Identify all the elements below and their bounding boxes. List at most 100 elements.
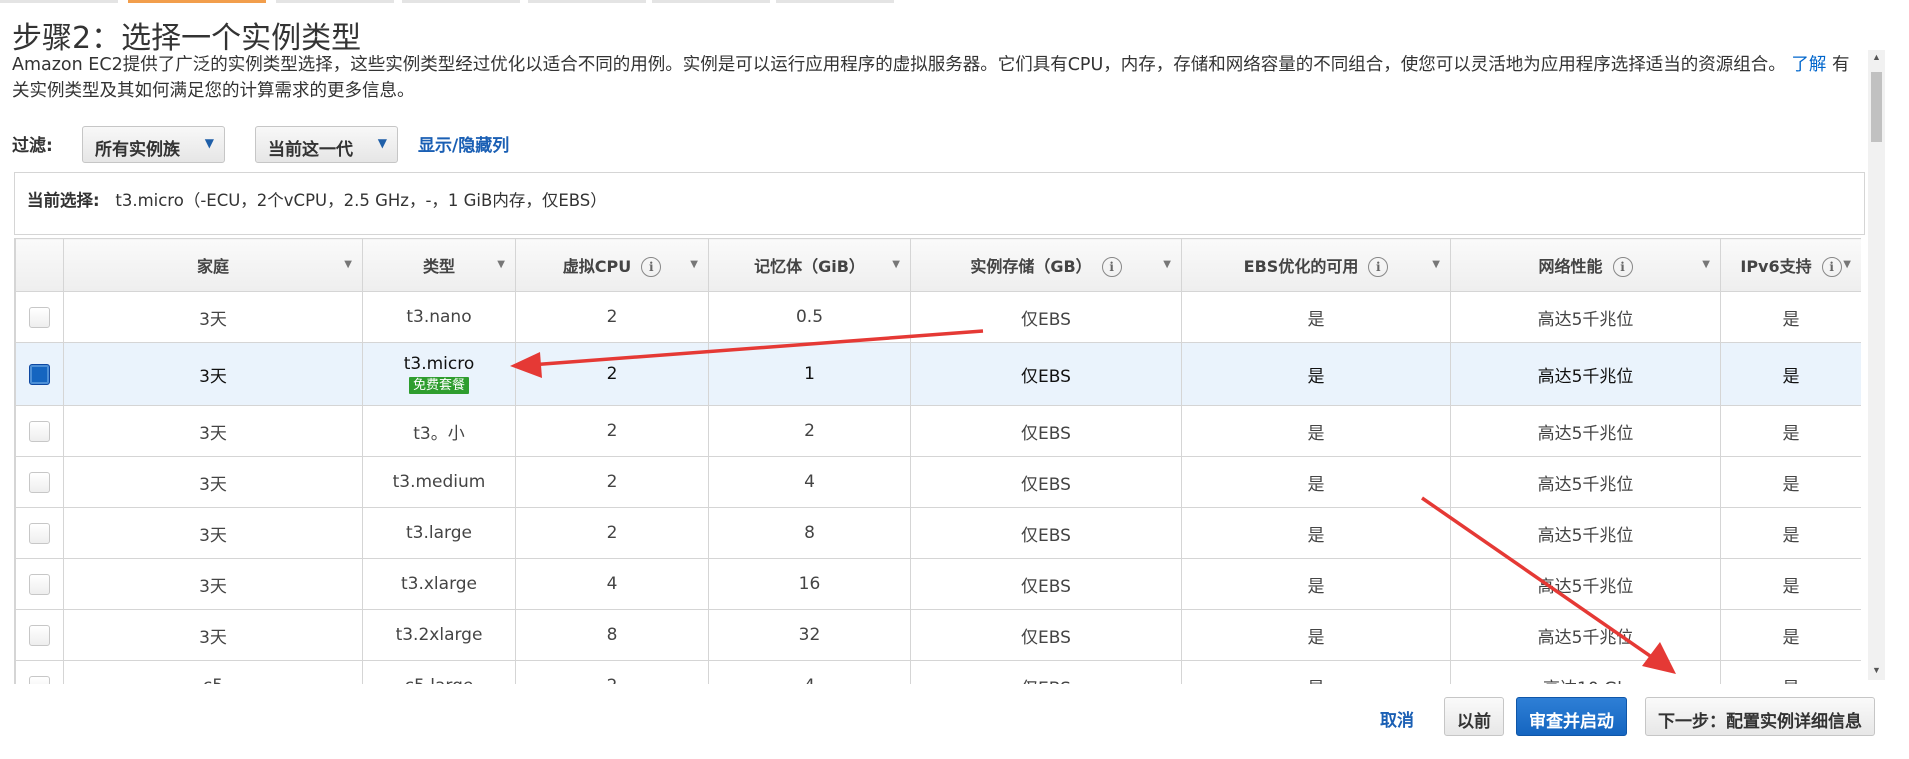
show-hide-columns-link[interactable]: 显示/隐藏列: [418, 131, 509, 156]
cell-vcpu: 8: [515, 609, 709, 661]
cell-vcpu: 2: [515, 291, 709, 343]
current-selection-label: 当前选择:: [27, 191, 100, 210]
row-select-cell[interactable]: [15, 507, 64, 559]
info-icon[interactable]: i: [1368, 257, 1389, 278]
row-checkbox[interactable]: [29, 306, 50, 328]
vertical-scrollbar[interactable]: ▲ ▼: [1868, 50, 1885, 680]
cell-type: t3.large: [362, 507, 516, 559]
table-row[interactable]: 3天 t3.2xlarge 8 32 仅EBS 是 高达5千兆位 是: [15, 609, 1861, 661]
header-network[interactable]: 网络性能 i ▼: [1450, 238, 1721, 292]
row-select-cell[interactable]: [15, 660, 64, 684]
row-checkbox-checked[interactable]: [29, 363, 50, 385]
generation-select[interactable]: 当前这一代 ▼: [255, 126, 398, 163]
step-tab[interactable]: [652, 0, 770, 3]
header-family[interactable]: 家庭 ▼: [63, 238, 363, 292]
row-select-cell[interactable]: [15, 609, 64, 661]
step-tab[interactable]: [776, 0, 894, 3]
step-tab[interactable]: [402, 0, 520, 3]
row-checkbox[interactable]: [29, 471, 50, 493]
cell-ebs: 是: [1181, 291, 1451, 343]
header-ebs[interactable]: EBS优化的可用 i ▼: [1181, 238, 1451, 292]
previous-button[interactable]: 以前: [1444, 697, 1504, 736]
row-select-cell[interactable]: [15, 405, 64, 457]
table-row[interactable]: 3天 t3.large 2 8 仅EBS 是 高达5千兆位 是: [15, 507, 1861, 559]
step-tab[interactable]: [0, 0, 118, 3]
scroll-down-icon[interactable]: ▼: [1872, 665, 1881, 675]
table-row[interactable]: 3天 t3.xlarge 4 16 仅EBS 是 高达5千兆位 是: [15, 558, 1861, 610]
row-checkbox[interactable]: [29, 675, 50, 684]
info-icon[interactable]: i: [641, 257, 662, 278]
sort-icon[interactable]: ▼: [1432, 259, 1440, 270]
info-icon[interactable]: i: [1101, 257, 1122, 278]
header-type[interactable]: 类型 ▼: [362, 238, 516, 292]
cell-ipv6: 是: [1720, 609, 1861, 661]
row-select-cell[interactable]: [15, 456, 64, 508]
learn-more-link[interactable]: 了解: [1791, 55, 1826, 75]
cell-network: 高达5千兆位: [1450, 558, 1721, 610]
instance-family-select[interactable]: 所有实例族 ▼: [82, 126, 225, 163]
row-checkbox[interactable]: [29, 522, 50, 544]
sort-icon[interactable]: ▼: [892, 259, 900, 270]
cell-memory: 4: [708, 456, 911, 508]
scrollbar-thumb[interactable]: [1871, 72, 1882, 142]
cell-storage: 仅EBS: [910, 342, 1182, 406]
step-tab-active[interactable]: [128, 0, 266, 3]
table-row[interactable]: c5 c5.large 2 4 仅EBS 是 高达10 Gb 是: [15, 660, 1861, 684]
sort-icon[interactable]: ▼: [690, 259, 698, 270]
cell-type: c5.large: [362, 660, 516, 684]
table-row-selected[interactable]: 3天 t3.micro 免费套餐 2 1 仅EBS 是 高达5千兆位 是: [15, 342, 1861, 406]
sort-icon[interactable]: ▼: [1843, 259, 1851, 270]
instance-type-table: 家庭 ▼ 类型 ▼ 虚拟CPU i ▼ 记忆体（GiB） ▼ 实例存储（GB） i ▼ EBS…: [14, 238, 1861, 684]
sort-icon[interactable]: ▼: [1702, 259, 1710, 270]
cell-family: 3天: [63, 558, 363, 610]
header-label: 网络性能: [1538, 256, 1603, 276]
cell-network: 高达5千兆位: [1450, 342, 1721, 406]
cell-network: 高达5千兆位: [1450, 405, 1721, 457]
header-label: 类型: [422, 257, 455, 276]
info-icon[interactable]: i: [1612, 257, 1633, 278]
info-icon[interactable]: i: [1821, 257, 1842, 278]
header-storage[interactable]: 实例存储（GB） i ▼: [910, 238, 1182, 292]
cell-family: 3天: [63, 609, 363, 661]
header-ipv6[interactable]: IPv6支持 i ▼: [1720, 238, 1861, 292]
row-select-cell[interactable]: [15, 291, 64, 343]
table-header-row: 家庭 ▼ 类型 ▼ 虚拟CPU i ▼ 记忆体（GiB） ▼ 实例存储（GB） i ▼ EBS…: [15, 238, 1861, 292]
cell-memory: 2: [708, 405, 911, 457]
cell-memory: 1: [708, 342, 911, 406]
scroll-up-icon[interactable]: ▲: [1872, 52, 1881, 62]
header-label: EBS优化的可用: [1243, 256, 1359, 276]
next-configure-instance-button[interactable]: 下一步：配置实例详细信息: [1645, 697, 1875, 736]
cell-family: 3天: [63, 456, 363, 508]
cancel-button[interactable]: 取消: [1380, 706, 1414, 745]
table-row[interactable]: 3天 t3.medium 2 4 仅EBS 是 高达5千兆位 是: [15, 456, 1861, 508]
table-row[interactable]: 3天 t3.nano 2 0.5 仅EBS 是 高达5千兆位 是: [15, 291, 1861, 343]
cell-family: 3天: [63, 405, 363, 457]
review-and-launch-button[interactable]: 审查并启动: [1516, 697, 1627, 736]
row-checkbox[interactable]: [29, 624, 50, 646]
table-row[interactable]: 3天 t3。小 2 2 仅EBS 是 高达5千兆位 是: [15, 405, 1861, 457]
cell-network: 高达5千兆位: [1450, 291, 1721, 343]
header-vcpu[interactable]: 虚拟CPU i ▼: [515, 238, 709, 292]
row-checkbox[interactable]: [29, 573, 50, 595]
cell-ebs: 是: [1181, 660, 1451, 684]
row-select-cell[interactable]: [15, 342, 64, 406]
step-tab[interactable]: [276, 0, 394, 3]
row-select-cell[interactable]: [15, 558, 64, 610]
cell-type: t3.2xlarge: [362, 609, 516, 661]
chevron-down-icon: ▼: [377, 136, 387, 150]
header-memory[interactable]: 记忆体（GiB） ▼: [708, 238, 911, 292]
sort-icon[interactable]: ▼: [497, 259, 505, 270]
cell-memory: 32: [708, 609, 911, 661]
cell-vcpu: 2: [515, 342, 709, 406]
cell-vcpu: 2: [515, 405, 709, 457]
cell-type: t3.nano: [362, 291, 516, 343]
cell-memory: 4: [708, 660, 911, 684]
cell-family: 3天: [63, 291, 363, 343]
sort-icon[interactable]: ▼: [1163, 259, 1171, 270]
sort-icon[interactable]: ▼: [344, 259, 352, 270]
step-tab[interactable]: [528, 0, 646, 3]
cell-network: 高达10 Gb: [1450, 660, 1721, 684]
row-checkbox[interactable]: [29, 420, 50, 442]
cell-vcpu: 2: [515, 660, 709, 684]
cell-ipv6: 是: [1720, 456, 1861, 508]
